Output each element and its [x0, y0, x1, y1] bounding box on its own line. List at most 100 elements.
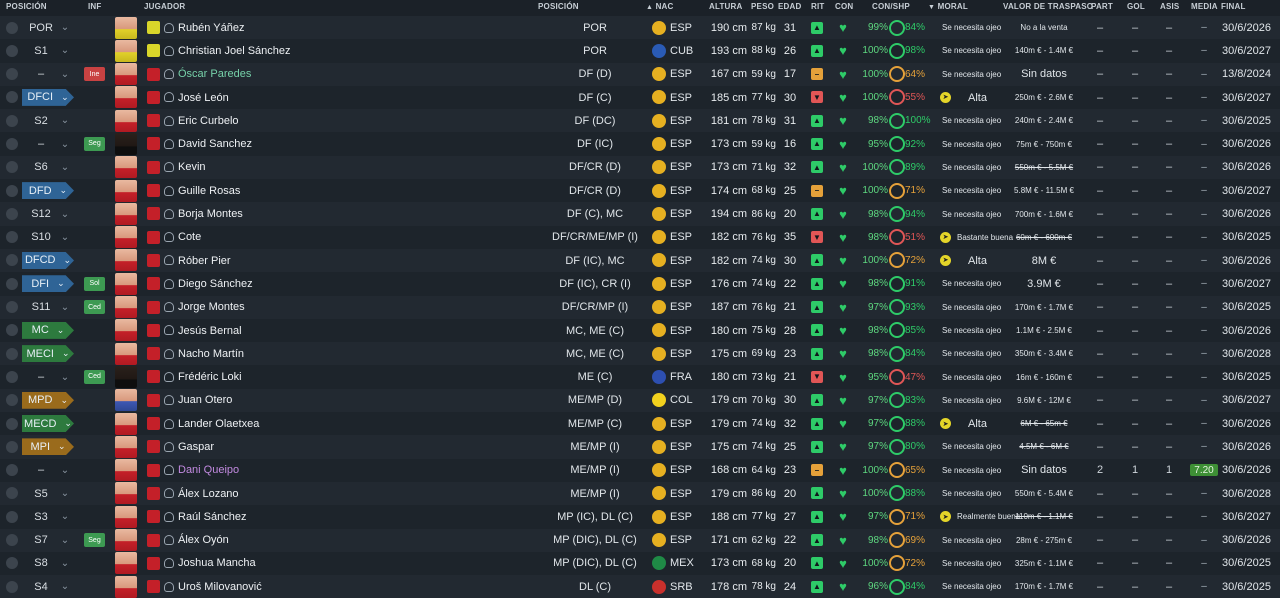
row-select-checkbox[interactable] [6, 510, 18, 523]
player-name[interactable]: Raúl Sánchez [178, 505, 478, 528]
chevron-down-icon[interactable]: ⌄ [58, 575, 72, 598]
squad-position-badge[interactable]: MPI ⌄ [22, 438, 74, 456]
row-select-checkbox[interactable] [6, 161, 18, 174]
table-row[interactable]: – ⌄ Seg David Sanchez DF (IC) ESP 173 cm 59 kg 1… [0, 132, 1280, 156]
row-select-checkbox[interactable] [6, 91, 18, 104]
chevron-down-icon[interactable]: ⌄ [58, 226, 72, 249]
table-row[interactable]: S10 ⌄ Cote DF/CR/ME/MP (I) ESP 182 cm 76 kg 35 ▼… [0, 225, 1280, 249]
row-select-checkbox[interactable] [6, 370, 18, 383]
row-select-checkbox[interactable] [6, 68, 18, 81]
chevron-down-icon[interactable]: ⌄ [58, 16, 72, 39]
info-badge[interactable]: Seg [84, 136, 105, 151]
col-posicion[interactable]: POSICIÓN [6, 2, 47, 11]
chevron-down-icon[interactable]: ⌄ [58, 109, 72, 132]
row-select-checkbox[interactable] [6, 440, 18, 453]
row-select-checkbox[interactable] [6, 231, 18, 244]
col-edad[interactable]: EDAD [778, 2, 801, 11]
row-select-checkbox[interactable] [6, 254, 18, 267]
chevron-down-icon[interactable]: ⌄ [58, 39, 72, 62]
squad-position[interactable]: – [22, 132, 60, 155]
row-select-checkbox[interactable] [6, 277, 18, 290]
col-peso[interactable]: PESO [751, 2, 774, 11]
table-row[interactable]: MPD ⌄ Juan Otero ME/MP (D) COL 179 cm 70 kg 30 ▲… [0, 388, 1280, 413]
col-gol[interactable]: GOL [1127, 2, 1145, 11]
col-valor[interactable]: VALOR DE TRASPASO [1003, 2, 1093, 11]
squad-position-badge[interactable]: DFCI ⌄ [22, 88, 74, 106]
squad-position[interactable]: S8 [22, 552, 60, 575]
squad-position-badge[interactable]: DFCD ⌄ [22, 251, 74, 269]
squad-position-badge[interactable]: MC ⌄ [22, 321, 74, 339]
table-row[interactable]: – ⌄ Dani Queipo ME/MP (I) ESP 168 cm 64 kg 23– ♥… [0, 458, 1280, 482]
squad-position[interactable]: – [22, 459, 60, 482]
chevron-down-icon[interactable]: ⌄ [58, 132, 72, 155]
table-row[interactable]: S7 ⌄ Seg Álex Oyón MP (DIC), DL (C) ESP 171 cm… [0, 528, 1280, 552]
table-row[interactable]: DFCI ⌄ José León DF (C) ESP 185 cm 77 kg 30 ▼ ♥ 10… [0, 85, 1280, 110]
table-row[interactable]: MPI ⌄ Gaspar ME/MP (I) ESP 175 cm 74 kg 25 ▲ ♥ 97%… [0, 435, 1280, 459]
player-name[interactable]: Cote [178, 226, 478, 249]
table-row[interactable]: S3 ⌄ Raúl Sánchez MP (IC), DL (C) ESP 188 cm 7… [0, 505, 1280, 529]
squad-position-badge[interactable]: DFI ⌄ [22, 275, 74, 293]
player-name[interactable]: Uroš Milovanović [178, 575, 478, 598]
player-name[interactable]: Rubén Yáñez [178, 16, 478, 39]
table-row[interactable]: S4 ⌄ Uroš Milovanović DL (C) SRB 178 cm 78 kg 2… [0, 575, 1280, 598]
player-name[interactable]: Eric Curbelo [178, 109, 478, 132]
row-select-checkbox[interactable] [6, 487, 18, 500]
squad-position[interactable]: S3 [22, 505, 60, 528]
squad-position[interactable]: S4 [22, 575, 60, 598]
squad-position[interactable]: S7 [22, 529, 60, 552]
row-select-checkbox[interactable] [6, 557, 18, 570]
player-name[interactable]: Guille Rosas [178, 179, 478, 202]
player-name[interactable]: Gaspar [178, 435, 478, 458]
chevron-down-icon[interactable]: ⌄ [58, 459, 72, 482]
col-conshp[interactable]: CON/SHP [872, 2, 910, 11]
player-name[interactable]: David Sanchez [178, 132, 478, 155]
col-final[interactable]: FINAL [1221, 2, 1246, 11]
table-row[interactable]: S8 ⌄ Joshua Mancha MP (DIC), DL (C) MEX 173 c… [0, 551, 1280, 576]
player-name[interactable]: José León [178, 86, 478, 109]
squad-position[interactable]: S5 [22, 482, 60, 505]
player-name[interactable]: Dani Queipo [178, 459, 478, 482]
table-row[interactable]: S12 ⌄ Borja Montes DF (C), MC ESP 194 cm 86 kg… [0, 202, 1280, 226]
row-select-checkbox[interactable] [6, 464, 18, 477]
row-select-checkbox[interactable] [6, 184, 18, 197]
squad-position[interactable]: S6 [22, 156, 60, 179]
col-nac[interactable]: ▲ NAC [646, 2, 674, 11]
squad-position[interactable]: – [22, 365, 60, 388]
player-name[interactable]: Jesús Bernal [178, 319, 478, 342]
col-inf[interactable]: INF [88, 2, 102, 11]
col-posicion-2[interactable]: POSICIÓN [538, 2, 579, 11]
chevron-down-icon[interactable]: ⌄ [58, 552, 72, 575]
row-select-checkbox[interactable] [6, 137, 18, 150]
table-row[interactable]: S6 ⌄ Kevin DF/CR (D) ESP 173 cm 71 kg 32 ▲ ♥ 100% 8… [0, 155, 1280, 180]
table-row[interactable]: – ⌄ Ced Frédéric Loki ME (C) FRA 180 cm 73 kg 21… [0, 365, 1280, 389]
squad-position[interactable]: S10 [22, 226, 60, 249]
row-select-checkbox[interactable] [6, 417, 18, 430]
squad-position[interactable]: – [22, 63, 60, 86]
squad-position[interactable]: S1 [22, 39, 60, 62]
info-badge[interactable]: Ine [84, 67, 105, 82]
squad-position[interactable]: S11 [22, 296, 60, 319]
table-row[interactable]: MC ⌄ Jesús Bernal MC, ME (C) ESP 180 cm 75 kg 2… [0, 318, 1280, 343]
col-moral[interactable]: ▼ MORAL [928, 2, 968, 11]
row-select-checkbox[interactable] [6, 347, 18, 360]
row-select-checkbox[interactable] [6, 394, 18, 407]
player-name[interactable]: Álex Oyón [178, 529, 478, 552]
table-row[interactable]: MECI ⌄ Nacho Martín MC, ME (C) ESP 175 cm 69 k… [0, 342, 1280, 366]
chevron-down-icon[interactable]: ⌄ [58, 63, 72, 86]
squad-position[interactable]: S12 [22, 202, 60, 225]
chevron-down-icon[interactable]: ⌄ [58, 505, 72, 528]
player-name[interactable]: Borja Montes [178, 202, 478, 225]
col-rit[interactable]: RIT [811, 2, 825, 11]
player-name[interactable]: Óscar Paredes [178, 63, 478, 86]
table-row[interactable]: S11 ⌄ Ced Jorge Montes DF/CR/MP (I) ESP 187 cm… [0, 295, 1280, 319]
squad-position-badge[interactable]: DFD ⌄ [22, 182, 74, 200]
row-select-checkbox[interactable] [6, 44, 18, 57]
chevron-down-icon[interactable]: ⌄ [58, 482, 72, 505]
col-altura[interactable]: ALTURA [709, 2, 743, 11]
table-row[interactable]: DFD ⌄ Guille Rosas DF/CR (D) ESP 174 cm 68 kg 2… [0, 179, 1280, 203]
chevron-down-icon[interactable]: ⌄ [58, 296, 72, 319]
info-badge[interactable]: Seg [84, 533, 105, 548]
player-name[interactable]: Róber Pier [178, 249, 478, 272]
row-select-checkbox[interactable] [6, 207, 18, 220]
table-row[interactable]: POR ⌄ Rubén Yáñez POR ESP 190 cm 87 kg 31 ▲ ♥ 99% 8… [0, 16, 1280, 40]
